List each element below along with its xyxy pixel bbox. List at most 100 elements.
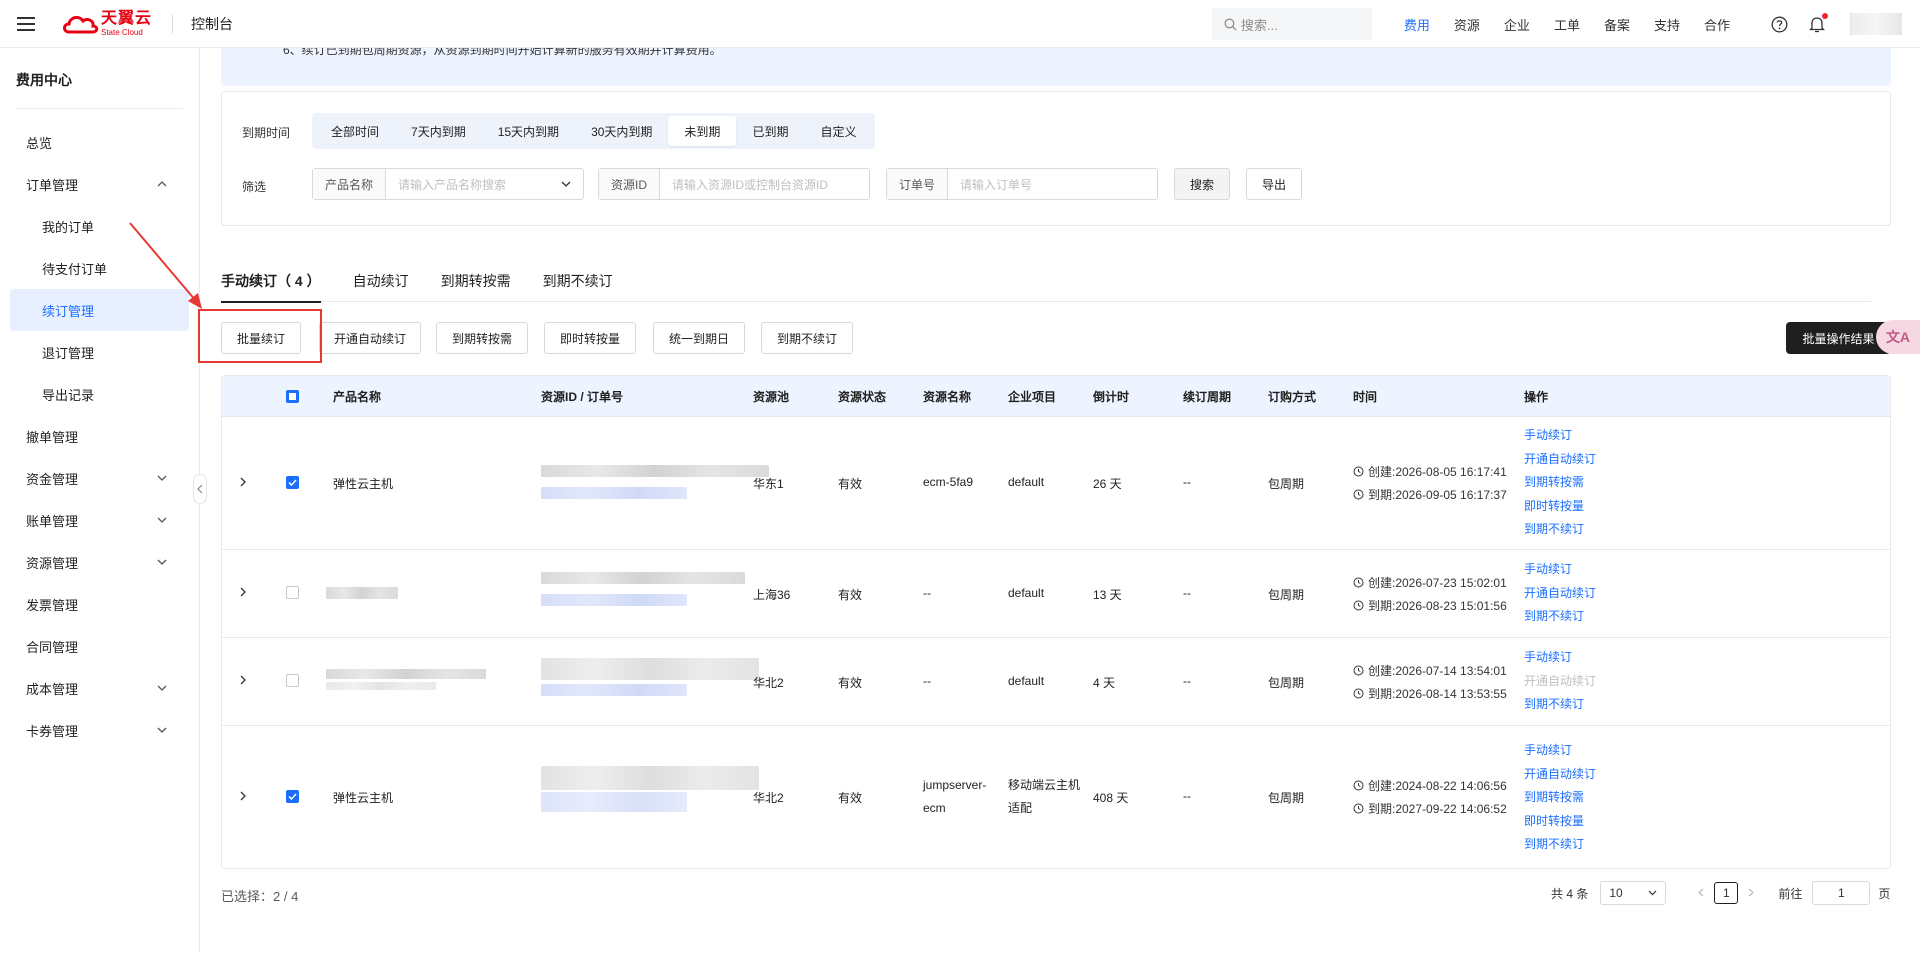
- product-name-masked: [326, 587, 398, 599]
- page-size-select[interactable]: 10: [1600, 881, 1667, 905]
- manual-renew-link[interactable]: 手动续订: [1524, 739, 1596, 763]
- goto-page-input[interactable]: 1: [1812, 881, 1871, 905]
- to-ondemand-link[interactable]: 到期转按需: [1524, 471, 1596, 495]
- no-renew-link[interactable]: 到期不续订: [1524, 518, 1596, 542]
- sidebar-item-coupons[interactable]: 卡券管理: [0, 709, 199, 751]
- sidebar-collapse-button[interactable]: [193, 474, 207, 504]
- nav-enterprise[interactable]: 企业: [1504, 15, 1530, 34]
- chevron-left-icon: [197, 484, 203, 494]
- user-avatar[interactable]: [1850, 13, 1902, 35]
- col-ops: 操作: [1524, 389, 1549, 404]
- method: 包周期: [1268, 477, 1305, 491]
- product-name-select[interactable]: 产品名称 请输入产品名称搜索: [312, 168, 584, 200]
- expire-option-30d[interactable]: 30天内到期: [575, 116, 668, 146]
- nav-tickets[interactable]: 工单: [1554, 15, 1580, 34]
- tab-auto-renew[interactable]: 自动续订: [353, 260, 409, 302]
- search-button[interactable]: 搜索: [1174, 168, 1230, 200]
- next-page-button[interactable]: [1748, 886, 1755, 900]
- expire-option-not-expired[interactable]: 未到期: [668, 116, 737, 146]
- clock-icon: [1353, 665, 1364, 676]
- sidebar-item-costs[interactable]: 成本管理: [0, 667, 199, 709]
- manual-renew-link[interactable]: 手动续订: [1524, 646, 1596, 670]
- to-ondemand-button[interactable]: 到期转按需: [436, 322, 528, 354]
- open-auto-renew-link[interactable]: 开通自动续订: [1524, 763, 1596, 787]
- expand-row-button[interactable]: [240, 675, 247, 685]
- resource-id-masked: [541, 465, 769, 499]
- sidebar-item-bills[interactable]: 账单管理: [0, 499, 199, 541]
- nav-fees[interactable]: 费用: [1404, 15, 1430, 34]
- sidebar-item-my-orders[interactable]: 我的订单: [0, 205, 199, 247]
- expire-option-all[interactable]: 全部时间: [315, 116, 395, 146]
- sidebar-item-contracts[interactable]: 合同管理: [0, 625, 199, 667]
- row-checkbox[interactable]: [286, 476, 299, 489]
- no-renew-link[interactable]: 到期不续订: [1524, 833, 1596, 857]
- sidebar-item-cancel-orders[interactable]: 撤单管理: [0, 415, 199, 457]
- expire-option-7d[interactable]: 7天内到期: [395, 116, 482, 146]
- instant-ondemand-link[interactable]: 即时转按量: [1524, 810, 1596, 834]
- status: 有效: [838, 588, 863, 602]
- sidebar-item-renewal[interactable]: 续订管理: [10, 289, 189, 331]
- resource-id-input[interactable]: 资源ID 请输入资源ID或控制台资源ID: [598, 168, 870, 200]
- sidebar-item-funds[interactable]: 资金管理: [0, 457, 199, 499]
- period: --: [1183, 674, 1191, 688]
- nav-support[interactable]: 支持: [1654, 15, 1680, 34]
- no-renew-button[interactable]: 到期不续订: [761, 322, 853, 354]
- project: default: [1008, 586, 1045, 600]
- resource-name: --: [923, 674, 931, 688]
- sidebar-item-unsubscribe[interactable]: 退订管理: [0, 331, 199, 373]
- tab-no-renew[interactable]: 到期不续订: [543, 260, 613, 302]
- sidebar-item-export-records[interactable]: 导出记录: [0, 373, 199, 415]
- row-actions: 手动续订 开通自动续订 到期转按需 即时转按量 到期不续订: [1524, 424, 1596, 542]
- page-1-button[interactable]: 1: [1714, 882, 1739, 904]
- instant-ondemand-button[interactable]: 即时转按量: [544, 322, 636, 354]
- export-button[interactable]: 导出: [1246, 168, 1302, 200]
- nav-filing[interactable]: 备案: [1604, 15, 1630, 34]
- prev-page-button[interactable]: [1698, 886, 1704, 900]
- sidebar-item-resources[interactable]: 资源管理: [0, 541, 199, 583]
- bell-icon[interactable]: [1808, 13, 1828, 33]
- batch-renew-button[interactable]: 批量续订: [221, 322, 301, 354]
- open-auto-renew-button[interactable]: 开通自动续订: [319, 322, 421, 354]
- period: --: [1183, 475, 1191, 489]
- no-renew-link[interactable]: 到期不续订: [1524, 693, 1596, 717]
- expire-option-custom[interactable]: 自定义: [804, 116, 872, 146]
- expand-row-button[interactable]: [240, 477, 247, 487]
- nav-resources[interactable]: 资源: [1454, 15, 1480, 34]
- unify-date-button[interactable]: 统一到期日: [653, 322, 745, 354]
- expand-row-button[interactable]: [240, 791, 247, 801]
- expire-option-expired[interactable]: 已到期: [736, 116, 804, 146]
- row-checkbox[interactable]: [286, 586, 299, 599]
- expire-option-15d[interactable]: 15天内到期: [482, 116, 575, 146]
- sidebar-item-overview[interactable]: 总览: [0, 121, 199, 163]
- order-number-input[interactable]: 订单号 请输入订单号: [886, 168, 1158, 200]
- sidebar-item-orders[interactable]: 订单管理: [0, 163, 199, 205]
- expand-row-button[interactable]: [240, 587, 247, 597]
- help-icon[interactable]: [1770, 15, 1788, 33]
- tab-manual-renew[interactable]: 手动续订（ 4 ）: [221, 260, 321, 303]
- nav-cooperation[interactable]: 合作: [1704, 15, 1730, 34]
- resource-id-masked: [541, 658, 759, 696]
- select-all-checkbox[interactable]: [286, 389, 299, 403]
- manual-renew-link[interactable]: 手动续订: [1524, 424, 1596, 448]
- to-ondemand-link[interactable]: 到期转按需: [1524, 786, 1596, 810]
- open-auto-renew-link[interactable]: 开通自动续订: [1524, 582, 1596, 606]
- row-checkbox[interactable]: [286, 790, 299, 803]
- global-search-input[interactable]: 搜索...: [1211, 8, 1372, 40]
- manual-renew-link[interactable]: 手动续订: [1524, 558, 1596, 582]
- translate-button[interactable]: 文A: [1876, 320, 1920, 354]
- status: 有效: [838, 791, 863, 805]
- open-auto-renew-link[interactable]: 开通自动续订: [1524, 448, 1596, 472]
- chevron-down-icon: [1648, 890, 1657, 896]
- cloud-logo-icon: [61, 12, 99, 36]
- tab-to-ondemand[interactable]: 到期转按需: [441, 260, 511, 302]
- instant-ondemand-link[interactable]: 即时转按量: [1524, 495, 1596, 519]
- no-renew-link[interactable]: 到期不续订: [1524, 605, 1596, 629]
- row-checkbox[interactable]: [286, 674, 299, 687]
- console-title[interactable]: 控制台: [191, 14, 233, 34]
- table-row: 弹性云主机 华东1 有效 ecm-5fa9 default 26 天 -- 包周…: [222, 416, 1890, 549]
- menu-icon[interactable]: [17, 16, 39, 32]
- sidebar-item-invoices[interactable]: 发票管理: [0, 583, 199, 625]
- logo[interactable]: 天翼云 State Cloud: [61, 10, 152, 37]
- sidebar-item-pending-orders[interactable]: 待支付订单: [0, 247, 199, 289]
- resource-name: --: [923, 586, 931, 600]
